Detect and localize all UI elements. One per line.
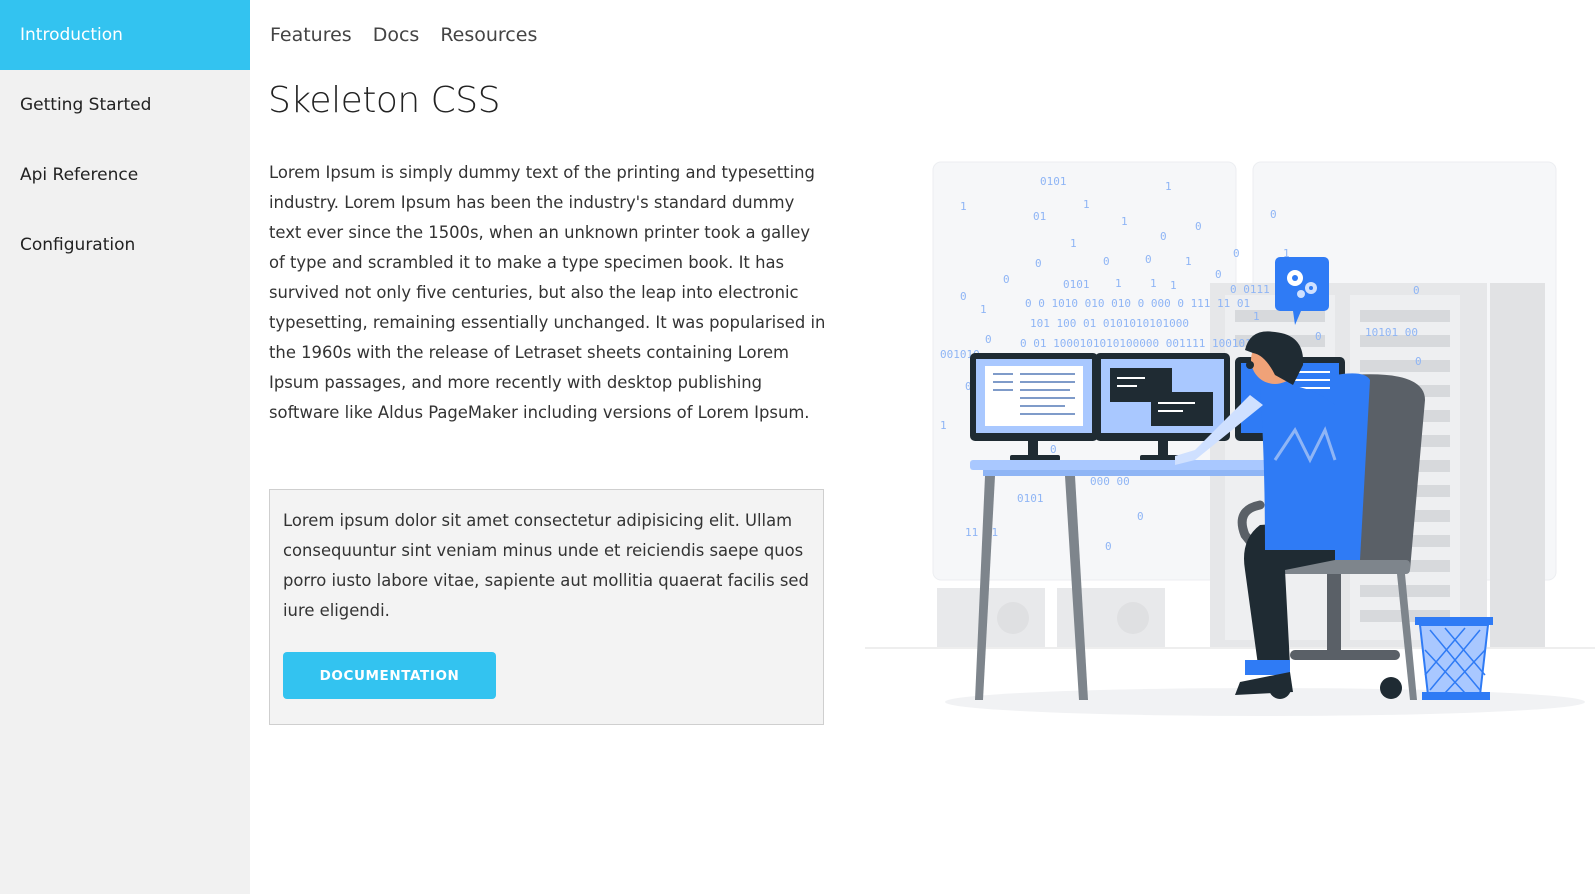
svg-text:1: 1 bbox=[1121, 215, 1128, 228]
svg-text:101 100 01 0101010101000: 101 100 01 0101010101000 bbox=[1030, 317, 1189, 330]
svg-text:0: 0 bbox=[1195, 220, 1202, 233]
developer-illustration: 0101 1 1 01 1 1 0 0 1 0 0 0 0 0 1 1 0 0 … bbox=[865, 161, 1595, 716]
page-title: Skeleton CSS bbox=[268, 80, 500, 121]
svg-text:1: 1 bbox=[940, 419, 947, 432]
svg-text:11 01: 11 01 bbox=[965, 526, 998, 539]
svg-text:0: 0 bbox=[1413, 284, 1420, 297]
svg-text:1: 1 bbox=[1253, 310, 1260, 323]
nav-link-docs[interactable]: Docs bbox=[373, 24, 420, 46]
svg-text:0: 0 bbox=[1215, 268, 1222, 281]
svg-text:0101: 0101 bbox=[1017, 492, 1044, 505]
svg-text:0: 0 bbox=[1270, 208, 1277, 221]
svg-text:1: 1 bbox=[1170, 279, 1177, 292]
svg-text:0: 0 bbox=[1160, 230, 1167, 243]
svg-text:0101: 0101 bbox=[1063, 278, 1090, 291]
callout-box: Lorem ipsum dolor sit amet consectetur a… bbox=[269, 489, 824, 725]
sidebar-item-configuration[interactable]: Configuration bbox=[0, 210, 250, 280]
sidebar: Introduction Getting Started Api Referen… bbox=[0, 0, 250, 894]
sidebar-item-introduction[interactable]: Introduction bbox=[0, 0, 250, 70]
svg-text:0: 0 bbox=[960, 290, 967, 303]
sidebar-item-api-reference[interactable]: Api Reference bbox=[0, 140, 250, 210]
svg-text:0: 0 bbox=[1050, 443, 1057, 456]
svg-text:0: 0 bbox=[985, 333, 992, 346]
nav-link-resources[interactable]: Resources bbox=[440, 24, 537, 46]
svg-text:1: 1 bbox=[1115, 277, 1122, 290]
nav-link-features[interactable]: Features bbox=[270, 24, 352, 46]
svg-text:0: 0 bbox=[1415, 355, 1422, 368]
svg-text:0: 0 bbox=[1003, 273, 1010, 286]
svg-text:0 0111: 0 0111 bbox=[1230, 283, 1270, 296]
top-navigation: Features Docs Resources bbox=[270, 0, 558, 70]
svg-text:0: 0 bbox=[1315, 330, 1322, 343]
svg-text:1: 1 bbox=[980, 303, 987, 316]
sidebar-item-getting-started[interactable]: Getting Started bbox=[0, 70, 250, 140]
documentation-button[interactable]: DOCUMENTATION bbox=[283, 652, 496, 699]
svg-text:1: 1 bbox=[1150, 277, 1157, 290]
svg-text:0: 0 bbox=[1035, 257, 1042, 270]
svg-text:0: 0 bbox=[1137, 510, 1144, 523]
svg-text:0: 0 bbox=[1233, 247, 1240, 260]
svg-text:0 01 1000101010100000 001111: 0 01 1000101010100000 001111 100101 110 bbox=[1020, 337, 1278, 350]
svg-text:1: 1 bbox=[1185, 255, 1192, 268]
svg-text:0: 0 bbox=[1145, 253, 1152, 266]
svg-text:1: 1 bbox=[1083, 198, 1090, 211]
svg-text:1: 1 bbox=[960, 200, 967, 213]
svg-text:0: 0 bbox=[1105, 540, 1112, 553]
svg-text:0: 0 bbox=[1103, 255, 1110, 268]
svg-text:1: 1 bbox=[1070, 237, 1077, 250]
svg-text:10101 00: 10101 00 bbox=[1365, 326, 1418, 339]
callout-text: Lorem ipsum dolor sit amet consectetur a… bbox=[283, 511, 809, 620]
svg-text:0101: 0101 bbox=[1040, 175, 1067, 188]
svg-text:1: 1 bbox=[1165, 180, 1172, 193]
svg-text:0 0 1010 010 010 0 000 0 111: 0 0 1010 010 010 0 000 0 111 11 01 bbox=[1025, 297, 1250, 310]
svg-text:01: 01 bbox=[1033, 210, 1046, 223]
intro-paragraph: Lorem Ipsum is simply dummy text of the … bbox=[269, 163, 826, 422]
svg-text:000 00: 000 00 bbox=[1090, 475, 1130, 488]
